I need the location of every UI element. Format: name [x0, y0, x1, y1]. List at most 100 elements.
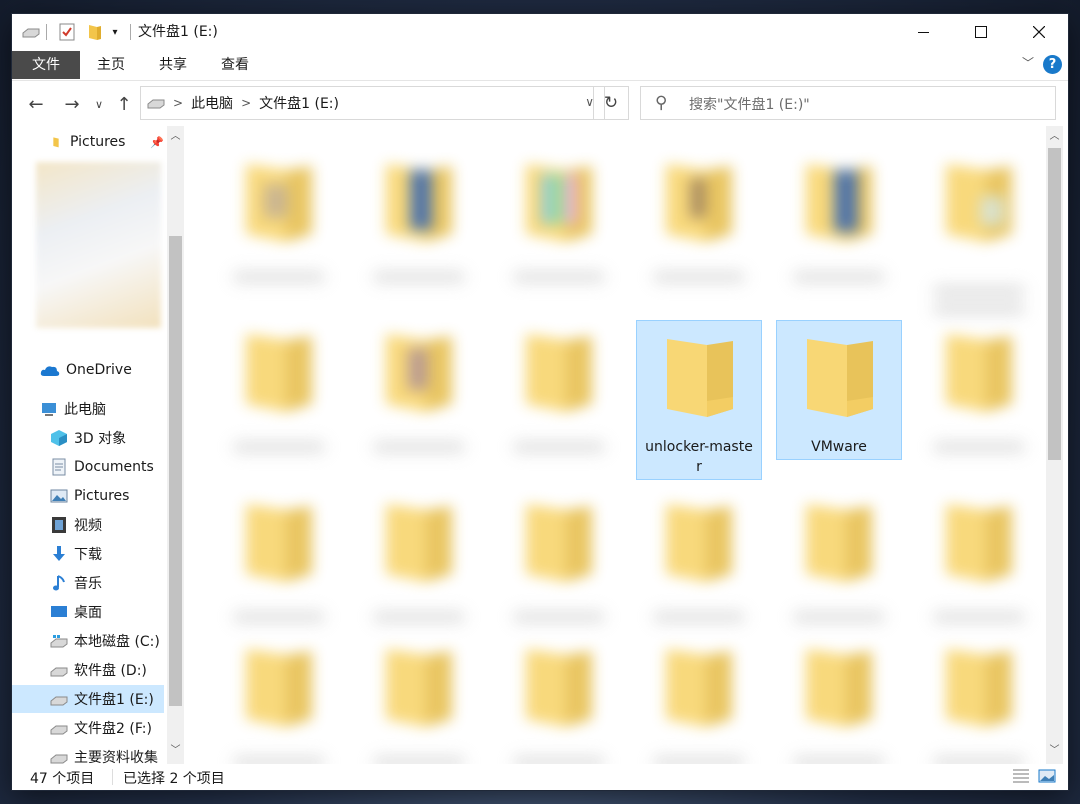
- new-folder-icon[interactable]: [84, 22, 106, 42]
- nav-item-label: Pictures: [70, 134, 126, 150]
- folder-item[interactable]: [636, 486, 762, 626]
- nav-item-label: 3D 对象: [74, 431, 127, 447]
- nav-item-label: 下载: [74, 547, 102, 563]
- folder-item[interactable]: [216, 146, 342, 286]
- nav-item-pictures[interactable]: Pictures: [12, 482, 188, 510]
- divider: [12, 80, 1068, 81]
- folder-icon: [246, 504, 312, 582]
- breadcrumb-separator[interactable]: >: [173, 96, 183, 110]
- nav-item-local-disk-c[interactable]: 本地磁盘 (C:): [12, 627, 188, 655]
- nav-item-onedrive[interactable]: OneDrive: [12, 356, 188, 384]
- large-icons-view-icon[interactable]: [1038, 768, 1056, 784]
- folder-item[interactable]: [216, 631, 342, 764]
- folder-item[interactable]: [776, 631, 902, 764]
- close-button[interactable]: [1016, 14, 1062, 50]
- folder-item[interactable]: [356, 316, 482, 456]
- properties-icon[interactable]: [56, 22, 78, 42]
- folder-label: [654, 757, 744, 764]
- expand-ribbon-icon[interactable]: ﹀: [1022, 54, 1034, 71]
- folder-item[interactable]: [916, 631, 1042, 764]
- folder-item[interactable]: [356, 146, 482, 286]
- nav-item-music[interactable]: 音乐: [12, 569, 188, 597]
- window-title: 文件盘1 (E:): [138, 24, 218, 40]
- nav-item-drive-f[interactable]: 文件盘2 (F:): [12, 714, 188, 742]
- maximize-button[interactable]: [958, 14, 1004, 50]
- back-button[interactable]: ←: [24, 92, 48, 116]
- folder-label: [374, 442, 464, 452]
- scroll-down-icon[interactable]: ﹀: [169, 744, 182, 758]
- folder-item[interactable]: [496, 486, 622, 626]
- nav-item-documents[interactable]: Documents: [12, 453, 188, 481]
- folder-item[interactable]: [916, 146, 1042, 316]
- folder-label: [514, 612, 604, 622]
- drive-icon: [20, 22, 42, 42]
- tab-view[interactable]: 查看: [208, 51, 262, 79]
- nav-item-drive-e[interactable]: 文件盘1 (E:): [12, 685, 164, 713]
- nav-item-downloads[interactable]: 下载: [12, 540, 188, 568]
- folder-item[interactable]: [636, 146, 762, 286]
- nav-item-main-collection[interactable]: 主要资料收集: [12, 743, 188, 764]
- folder-item[interactable]: [776, 486, 902, 626]
- folder-icon: [946, 164, 1012, 242]
- search-box[interactable]: ⚲ 搜索"文件盘1 (E:)": [640, 86, 1056, 120]
- scroll-down-icon[interactable]: ﹀: [1048, 744, 1061, 758]
- folder-name: VMware: [811, 439, 867, 455]
- tab-file[interactable]: 文件: [12, 51, 80, 79]
- nav-item-label: Documents: [74, 459, 154, 475]
- folder-item[interactable]: [916, 316, 1042, 456]
- breadcrumb-separator[interactable]: >: [241, 96, 251, 110]
- tab-share[interactable]: 共享: [146, 51, 200, 79]
- folder-item[interactable]: [916, 486, 1042, 626]
- folder-item[interactable]: [216, 316, 342, 456]
- nav-item-drive-d[interactable]: 软件盘 (D:): [12, 656, 188, 684]
- documents-icon: [52, 458, 66, 476]
- scrollbar-thumb[interactable]: [169, 236, 182, 706]
- nav-item-this-pc[interactable]: 此电脑: [12, 395, 188, 423]
- folder-item[interactable]: [216, 486, 342, 626]
- details-view-icon[interactable]: [1012, 768, 1030, 784]
- up-button[interactable]: ↑: [112, 92, 136, 116]
- breadcrumb-this-pc[interactable]: 此电脑: [191, 93, 233, 113]
- address-bar[interactable]: > 此电脑 > 文件盘1 (E:) ∨: [140, 86, 605, 120]
- folder-item-unlocker-master[interactable]: unlocker-master: [636, 320, 762, 480]
- folder-preview: [36, 162, 161, 328]
- folder-label: [794, 272, 884, 282]
- tab-home[interactable]: 主页: [84, 51, 138, 79]
- pin-icon[interactable]: 📌: [150, 136, 164, 149]
- recent-locations-button[interactable]: ∨: [92, 92, 106, 116]
- folder-item[interactable]: [496, 146, 622, 286]
- folder-item[interactable]: [356, 486, 482, 626]
- forward-button[interactable]: →: [60, 92, 84, 116]
- help-icon[interactable]: ?: [1043, 55, 1062, 74]
- folder-label: [374, 272, 464, 282]
- scrollbar-thumb[interactable]: [1048, 148, 1061, 460]
- folder-item-vmware[interactable]: VMware: [776, 320, 902, 460]
- nav-item-3d-objects[interactable]: 3D 对象: [12, 424, 188, 452]
- nav-item-label: OneDrive: [66, 362, 132, 378]
- minimize-icon: [917, 31, 929, 33]
- folder-item[interactable]: [356, 631, 482, 764]
- refresh-button[interactable]: ↻: [593, 86, 629, 120]
- folder-item[interactable]: [496, 631, 622, 764]
- nav-item-label: 文件盘2 (F:): [74, 721, 152, 737]
- minimize-button[interactable]: [900, 14, 946, 50]
- customize-toolbar-icon[interactable]: ▾: [108, 22, 122, 42]
- folder-label: [934, 286, 1024, 296]
- nav-item-desktop[interactable]: 桌面: [12, 598, 188, 626]
- back-arrow-icon: ←: [28, 93, 44, 115]
- folder-label: [374, 757, 464, 764]
- divider: [46, 24, 47, 40]
- folder-item[interactable]: [496, 316, 622, 456]
- folder-item[interactable]: [776, 146, 902, 286]
- folder-label: [514, 442, 604, 452]
- quick-access-item-pictures[interactable]: Pictures 📌: [12, 128, 164, 156]
- nav-item-label: 桌面: [74, 605, 102, 621]
- nav-pane-scrollbar[interactable]: ︿ ﹀: [167, 126, 184, 764]
- video-icon: [52, 517, 66, 533]
- content-scrollbar[interactable]: ︿ ﹀: [1046, 126, 1063, 764]
- breadcrumb-current-drive[interactable]: 文件盘1 (E:): [259, 93, 339, 113]
- folder-item[interactable]: [636, 631, 762, 764]
- scroll-up-icon[interactable]: ︿: [169, 130, 182, 144]
- scroll-up-icon[interactable]: ︿: [1048, 130, 1061, 144]
- nav-item-videos[interactable]: 视频: [12, 511, 188, 539]
